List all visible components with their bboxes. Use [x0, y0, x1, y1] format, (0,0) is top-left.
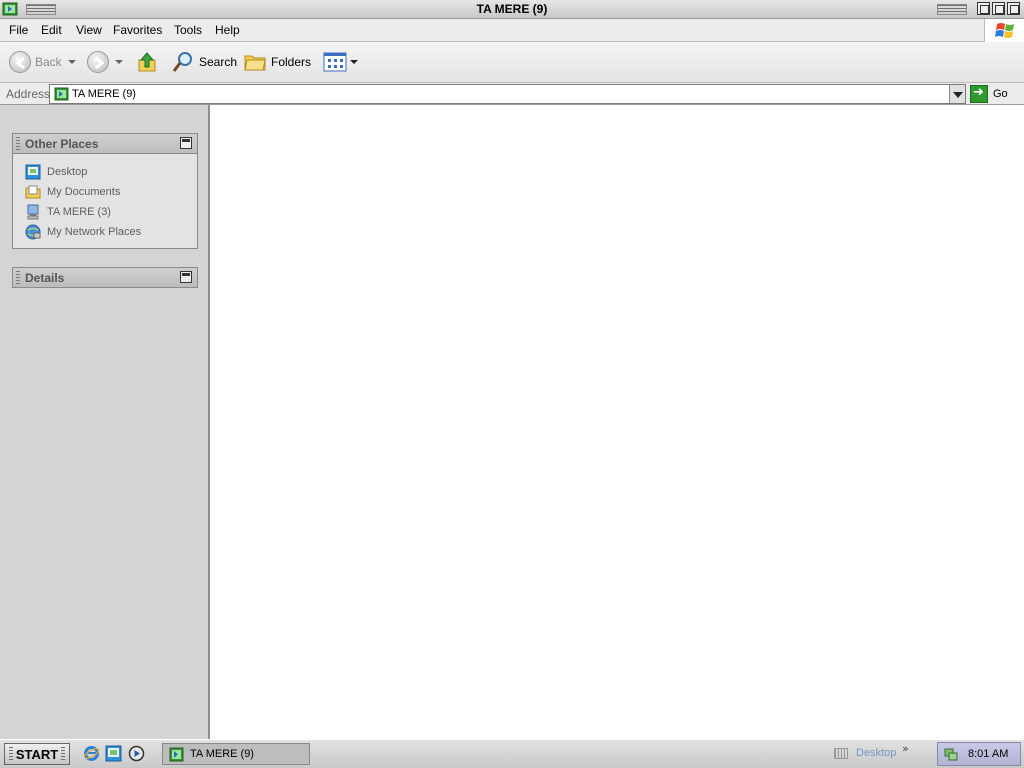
forward-button[interactable]: [87, 50, 123, 74]
desktop-icon: [25, 164, 41, 180]
search-icon: [172, 52, 192, 72]
menu-tools[interactable]: Tools: [174, 23, 202, 37]
computer-icon: [27, 204, 39, 220]
network-places-icon: [25, 224, 41, 240]
search-label: Search: [199, 55, 238, 69]
sidebar-item-label: TA MERE (3): [47, 206, 111, 218]
start-grip-right: [61, 747, 66, 761]
views-icon: [323, 52, 347, 72]
title-bar[interactable]: TA MERE (9): [0, 0, 1024, 19]
details-title: Details: [25, 271, 65, 285]
address-dropdown-icon[interactable]: [949, 85, 965, 103]
other-places-title: Other Places: [25, 137, 99, 151]
sidebar-item-desktop[interactable]: Desktop: [25, 162, 197, 182]
search-button[interactable]: Search: [171, 50, 237, 74]
folders-icon: [244, 55, 266, 71]
sidebar-item-my-documents[interactable]: My Documents: [25, 182, 197, 202]
desktop-toolbar-label: Desktop: [856, 747, 897, 759]
media-player-icon[interactable]: [128, 745, 145, 762]
back-button[interactable]: Back: [9, 50, 76, 74]
go-arrow-icon: [970, 85, 988, 103]
views-button[interactable]: [323, 50, 358, 74]
details-box: Details: [12, 267, 198, 288]
menu-bar: File Edit View Favorites Tools Help: [0, 19, 1024, 42]
title-grip-right: [937, 4, 967, 15]
collapse-icon[interactable]: [180, 137, 192, 149]
forward-arrow-icon: [87, 51, 109, 73]
folders-button[interactable]: Folders: [243, 50, 311, 74]
collapse-icon[interactable]: [180, 271, 192, 283]
forward-dropdown-icon[interactable]: [115, 60, 123, 64]
up-folder-button[interactable]: [136, 50, 158, 74]
folder-location-icon: [54, 87, 69, 101]
taskbar-window-button[interactable]: TA MERE (9): [162, 743, 310, 765]
keyboard-icon: [834, 747, 848, 759]
header-grip: [16, 271, 20, 284]
network-tray-icon[interactable]: [944, 747, 958, 761]
toolbar-chevron-icon[interactable]: »: [902, 742, 909, 755]
menu-view[interactable]: View: [76, 23, 102, 37]
show-desktop-icon[interactable]: [105, 745, 122, 762]
start-grip-left: [8, 747, 13, 761]
my-documents-icon: [25, 185, 41, 199]
system-tray: 8:01 AM: [937, 742, 1021, 766]
start-label: START: [15, 746, 59, 762]
other-places-list: Desktop My Documents TA MERE (3) My Netw…: [13, 154, 197, 248]
address-input[interactable]: TA MERE (9): [49, 84, 966, 104]
sidebar-item-label: Desktop: [47, 166, 88, 178]
up-folder-icon: [138, 52, 156, 72]
sidebar-item-label: My Documents: [47, 186, 121, 198]
folders-label: Folders: [271, 55, 312, 69]
other-places-header[interactable]: Other Places: [13, 134, 197, 154]
taskbar: START TA MERE (9) Desktop » 8:01 AM: [0, 739, 1024, 768]
address-bar: Address TA MERE (9) Go: [0, 83, 1024, 105]
internet-explorer-icon[interactable]: [83, 745, 100, 762]
folder-app-icon: [169, 747, 184, 761]
window-title: TA MERE (9): [476, 2, 548, 16]
address-label: Address: [6, 87, 51, 101]
maximize-button[interactable]: [992, 2, 1005, 15]
clock[interactable]: 8:01 AM: [968, 748, 1008, 760]
back-dropdown-icon[interactable]: [67, 60, 76, 64]
toolbar: Back Search Folders: [0, 42, 1024, 83]
menu-edit[interactable]: Edit: [41, 23, 62, 37]
windows-flag-icon: [995, 23, 1014, 38]
go-label: Go: [993, 88, 1008, 100]
windows-logo: [984, 19, 1024, 42]
back-label: Back: [35, 55, 62, 69]
task-pane: Other Places Desktop My Documents TA MER…: [0, 105, 210, 739]
close-button[interactable]: [1007, 2, 1020, 15]
back-arrow-icon: [9, 51, 31, 73]
details-header[interactable]: Details: [13, 268, 197, 288]
go-button[interactable]: Go: [970, 84, 1022, 104]
start-button[interactable]: START: [4, 743, 70, 765]
other-places-box: Other Places Desktop My Documents TA MER…: [12, 133, 198, 249]
menu-favorites[interactable]: Favorites: [113, 23, 162, 37]
minimize-button[interactable]: [977, 2, 990, 15]
sidebar-item-label: My Network Places: [47, 226, 142, 238]
sidebar-item-network-places[interactable]: My Network Places: [25, 222, 197, 242]
views-dropdown-icon[interactable]: [350, 60, 358, 64]
desktop-toolbar[interactable]: Desktop: [834, 747, 896, 759]
address-value: TA MERE (9): [72, 88, 136, 100]
menu-help[interactable]: Help: [215, 23, 240, 37]
folder-content-area[interactable]: [210, 105, 1024, 739]
sidebar-item-ta-mere[interactable]: TA MERE (3): [25, 202, 197, 222]
taskbar-window-label: TA MERE (9): [190, 748, 254, 760]
header-grip: [16, 137, 20, 150]
menu-file[interactable]: File: [9, 23, 28, 37]
